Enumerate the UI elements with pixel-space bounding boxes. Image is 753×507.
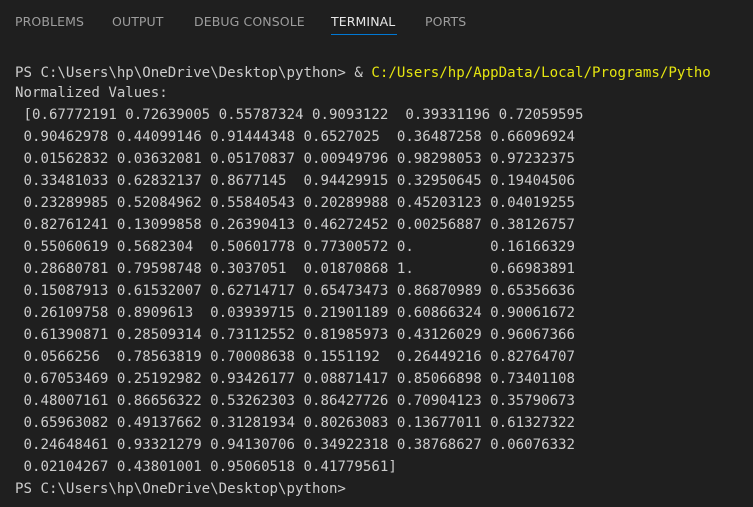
output-line: 0.15087913 0.61532007 0.62714717 0.65473… [15,283,576,299]
output-line: 0.55060619 0.5682304 0.50601778 0.773005… [15,239,576,255]
output-line: 0.61390871 0.28509314 0.73112552 0.81985… [15,327,576,343]
command-prompt: PS C:\Users\hp\OneDrive\Desktop\python> … [15,65,372,81]
output-line: Normalized Values: [15,85,168,101]
panel-tab-bar: PROBLEMS OUTPUT DEBUG CONSOLE TERMINAL P… [0,0,753,44]
output-line: 0.82761241 0.13099858 0.26390413 0.46272… [15,217,576,233]
output-line: 0.33481033 0.62832137 0.8677145 0.944299… [15,173,576,189]
terminal-prompt[interactable]: PS C:\Users\hp\OneDrive\Desktop\python> [15,478,346,500]
output-line: 0.02104267 0.43801001 0.95060518 0.41779… [15,459,397,475]
output-line: 0.90462978 0.44099146 0.91444348 0.65270… [15,129,576,145]
output-line: 0.28680781 0.79598748 0.3037051 0.018708… [15,261,576,277]
tab-terminal[interactable]: TERMINAL [331,14,395,30]
tab-output[interactable]: OUTPUT [112,14,164,30]
output-line: 0.26109758 0.8909613 0.03939715 0.219011… [15,305,576,321]
tab-debug-console[interactable]: DEBUG CONSOLE [194,14,305,30]
output-line: 0.24648461 0.93321279 0.94130706 0.34922… [15,437,576,453]
command-line: PS C:\Users\hp\OneDrive\Desktop\python> … [15,62,711,84]
output-line: 0.0566256 0.78563819 0.70008638 0.155119… [15,349,576,365]
tab-problems[interactable]: PROBLEMS [15,14,84,30]
output-line: 0.01562832 0.03632081 0.05170837 0.00949… [15,151,576,167]
output-line: 0.67053469 0.25192982 0.93426177 0.08871… [15,371,576,387]
output-line: [0.67772191 0.72639005 0.55787324 0.9093… [15,107,584,123]
active-tab-indicator [331,34,397,35]
terminal-panel: PROBLEMS OUTPUT DEBUG CONSOLE TERMINAL P… [0,0,753,507]
output-line: 0.48007161 0.86656322 0.53262303 0.86427… [15,393,576,409]
output-line: 0.65963082 0.49137662 0.31281934 0.80263… [15,415,576,431]
terminal-output[interactable]: PS C:\Users\hp\OneDrive\Desktop\python> … [0,52,753,507]
command-path: C:/Users/hp/AppData/Local/Programs/Pytho [371,65,711,81]
output-line: 0.23289985 0.52084962 0.55840543 0.20289… [15,195,576,211]
tab-ports[interactable]: PORTS [425,14,466,30]
